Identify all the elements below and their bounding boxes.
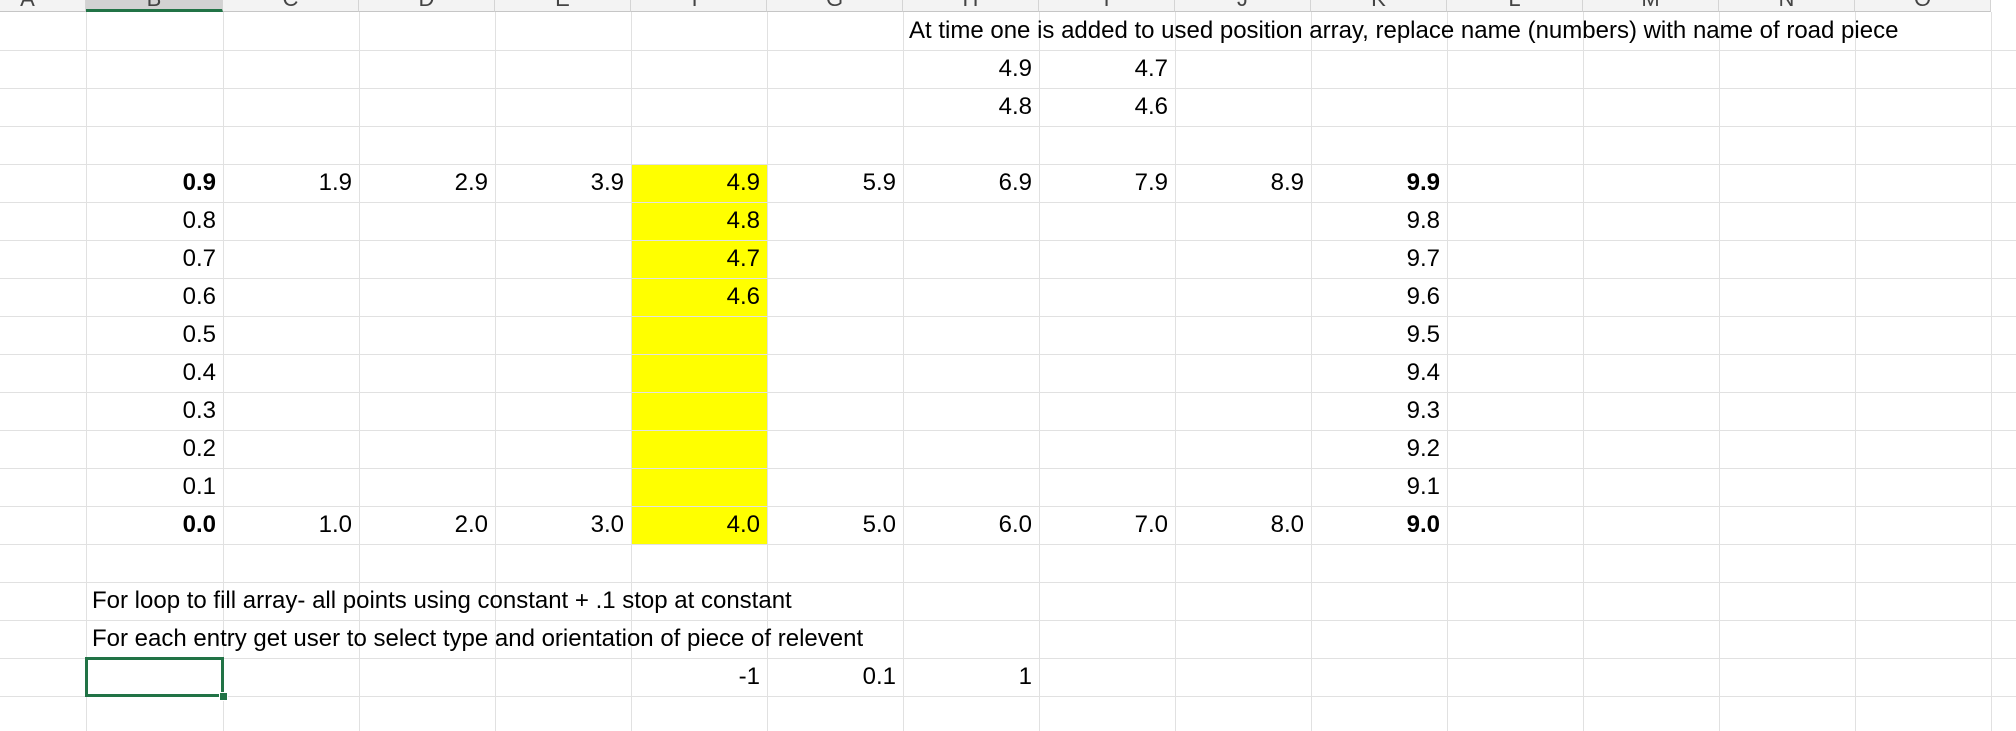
column-header-a[interactable]: A [0,0,86,12]
row-gridline [0,126,2016,127]
cell-g18[interactable]: 0.1 [767,658,903,696]
column-header-label: F [631,0,766,11]
grid-top-cell-i[interactable]: 7.9 [1039,164,1175,202]
grid-bottom-cell-d[interactable]: 2.0 [359,506,495,544]
column-header-label: L [1447,0,1582,11]
column-header-e[interactable]: E [495,0,631,12]
cell-k12[interactable]: 9.2 [1311,430,1447,468]
grid-top-cell-d[interactable]: 2.9 [359,164,495,202]
spreadsheet-grid[interactable]: ABCDEFGHIJKLMNOAt time one is added to u… [0,0,2016,731]
grid-top-cell-j[interactable]: 8.9 [1175,164,1311,202]
column-header-label: I [1039,0,1174,11]
column-header-label: O [1855,0,1990,11]
column-header-h[interactable]: H [903,0,1039,12]
cell-b7[interactable]: 0.7 [86,240,223,278]
column-header-label: H [903,0,1038,11]
grid-bottom-cell-e[interactable]: 3.0 [495,506,631,544]
cell-h18[interactable]: 1 [903,658,1039,696]
column-header-m[interactable]: M [1583,0,1719,12]
grid-bottom-cell-b[interactable]: 0.0 [86,506,223,544]
grid-top-cell-h[interactable]: 6.9 [903,164,1039,202]
note-cell-b16[interactable]: For loop to fill array- all points using… [86,582,1039,620]
cell-h3[interactable]: 4.8 [903,88,1039,126]
grid-bottom-cell-h[interactable]: 6.0 [903,506,1039,544]
column-gridline [1447,12,1448,731]
column-header-k[interactable]: K [1311,0,1447,12]
column-header-label: J [1175,0,1310,11]
column-gridline [1855,12,1856,731]
column-gridline [1991,12,1992,731]
row-gridline [0,354,2016,355]
column-header-label: N [1719,0,1854,11]
cell-b6[interactable]: 0.8 [86,202,223,240]
cell-b10[interactable]: 0.4 [86,354,223,392]
grid-bottom-cell-c[interactable]: 1.0 [223,506,359,544]
cell-i2[interactable]: 4.7 [1039,50,1175,88]
cell-f18[interactable]: -1 [631,658,767,696]
row-gridline [0,468,2016,469]
row-gridline [0,696,2016,697]
note-cell-h1[interactable]: At time one is added to used position ar… [903,12,1991,50]
column-header-f[interactable]: F [631,0,767,12]
cell-h2[interactable]: 4.9 [903,50,1039,88]
note-cell-b17[interactable]: For each entry get user to select type a… [86,620,1039,658]
column-gridline [1583,12,1584,731]
cell-b11[interactable]: 0.3 [86,392,223,430]
cell-b8[interactable]: 0.6 [86,278,223,316]
column-gridline [1175,12,1176,731]
grid-bottom-cell-g[interactable]: 5.0 [767,506,903,544]
row-gridline [0,316,2016,317]
grid-top-cell-f[interactable]: 4.9 [631,164,767,202]
cell-f6[interactable]: 4.8 [631,202,767,240]
cell-k10[interactable]: 9.4 [1311,354,1447,392]
row-gridline [0,278,2016,279]
column-header-label: C [223,0,358,11]
column-header-label: K [1311,0,1446,11]
column-header-label: E [495,0,630,11]
cell-f8[interactable]: 4.6 [631,278,767,316]
grid-bottom-cell-j[interactable]: 8.0 [1175,506,1311,544]
column-header-c[interactable]: C [223,0,359,12]
grid-top-cell-g[interactable]: 5.9 [767,164,903,202]
column-header-j[interactable]: J [1175,0,1311,12]
grid-bottom-cell-i[interactable]: 7.0 [1039,506,1175,544]
grid-bottom-cell-f[interactable]: 4.0 [631,506,767,544]
row-gridline [0,430,2016,431]
cell-k8[interactable]: 9.6 [1311,278,1447,316]
row-gridline [0,392,2016,393]
row-gridline [0,202,2016,203]
column-header-o[interactable]: O [1855,0,1991,12]
grid-top-cell-b[interactable]: 0.9 [86,164,223,202]
grid-top-cell-c[interactable]: 1.9 [223,164,359,202]
column-header-label: M [1583,0,1718,11]
grid-top-cell-k[interactable]: 9.9 [1311,164,1447,202]
column-header-label: A [0,0,85,11]
cell-k7[interactable]: 9.7 [1311,240,1447,278]
cell-k11[interactable]: 9.3 [1311,392,1447,430]
column-header-label: B [86,0,222,9]
column-header-g[interactable]: G [767,0,903,12]
column-gridline [1719,12,1720,731]
active-cell-selection[interactable] [85,657,224,697]
column-header-label: G [767,0,902,11]
column-header-label: D [359,0,494,11]
row-gridline [0,544,2016,545]
column-header-b[interactable]: B [86,0,223,12]
column-header-i[interactable]: I [1039,0,1175,12]
cell-b9[interactable]: 0.5 [86,316,223,354]
cell-i3[interactable]: 4.6 [1039,88,1175,126]
cell-b12[interactable]: 0.2 [86,430,223,468]
cell-k13[interactable]: 9.1 [1311,468,1447,506]
cell-f7[interactable]: 4.7 [631,240,767,278]
column-header-n[interactable]: N [1719,0,1855,12]
cell-k9[interactable]: 9.5 [1311,316,1447,354]
cell-b13[interactable]: 0.1 [86,468,223,506]
fill-handle[interactable] [219,692,228,701]
grid-top-cell-e[interactable]: 3.9 [495,164,631,202]
grid-bottom-cell-k[interactable]: 9.0 [1311,506,1447,544]
column-header-d[interactable]: D [359,0,495,12]
column-header-l[interactable]: L [1447,0,1583,12]
cell-k6[interactable]: 9.8 [1311,202,1447,240]
row-gridline [0,240,2016,241]
